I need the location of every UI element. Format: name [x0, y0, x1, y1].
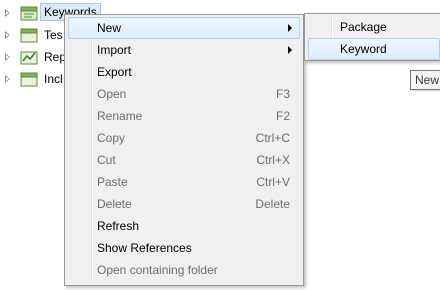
menu-item-cut[interactable]: Cut Ctrl+X: [68, 149, 300, 171]
menu-item-export[interactable]: Export: [68, 61, 300, 83]
menu-item-delete[interactable]: Delete Delete: [68, 193, 300, 215]
expand-arrow-icon[interactable]: [5, 31, 10, 39]
menu-item-label: Refresh: [97, 219, 140, 233]
menu-item-label: Export: [97, 65, 132, 79]
menu-item-label: Open: [97, 87, 127, 101]
menu-item-label: Rename: [97, 109, 143, 123]
expand-arrow-icon[interactable]: [5, 9, 10, 17]
menu-item-new[interactable]: New: [68, 17, 300, 39]
menu-item-paste[interactable]: Paste Ctrl+V: [68, 171, 300, 193]
tree-item-label: Tes: [44, 28, 63, 42]
tree-item-tests[interactable]: Tes: [0, 24, 64, 46]
context-menu: New Import Export Open F3 Rename F2 Copy…: [64, 14, 304, 286]
menu-item-shortcut: Ctrl+V: [256, 175, 290, 189]
menu-item-label: Open containing folder: [97, 263, 218, 277]
submenu-item-package[interactable]: Package: [308, 16, 440, 38]
menu-item-open-containing-folder[interactable]: Open containing folder: [68, 259, 300, 281]
menu-item-import[interactable]: Import: [68, 39, 300, 61]
submenu-item-label: Keyword: [340, 42, 387, 56]
expand-arrow-icon[interactable]: [5, 75, 10, 83]
tree-item-reports[interactable]: Rep: [0, 46, 67, 68]
menu-item-shortcut: Ctrl+C: [255, 131, 290, 145]
menu-item-shortcut: F3: [275, 87, 290, 101]
test-folder-icon: [20, 28, 38, 43]
menu-item-shortcut: F2: [275, 109, 290, 123]
tree-item-label: Rep: [44, 50, 67, 64]
menu-item-shortcut: Ctrl+X: [256, 153, 290, 167]
menu-item-label: Paste: [97, 175, 128, 189]
menu-item-refresh[interactable]: Refresh: [68, 215, 300, 237]
menu-item-open[interactable]: Open F3: [68, 83, 300, 105]
new-submenu: Package Keyword: [304, 13, 440, 61]
submenu-arrow-icon: [288, 46, 292, 54]
menu-item-rename[interactable]: Rename F2: [68, 105, 300, 127]
submenu-item-label: Package: [340, 20, 387, 34]
tree-item-includes[interactable]: Incl: [0, 68, 64, 90]
menu-item-label: New: [97, 21, 122, 35]
menu-item-shortcut: Delete: [255, 197, 290, 211]
tree-item-label: Incl: [44, 72, 63, 86]
menu-item-label: Copy: [97, 131, 126, 145]
menu-item-label: Import: [97, 43, 132, 57]
keyword-folder-icon: [20, 6, 38, 21]
menu-item-copy[interactable]: Copy Ctrl+C: [68, 127, 300, 149]
menu-item-label: Cut: [97, 153, 116, 167]
expand-arrow-icon[interactable]: [5, 53, 10, 61]
include-folder-icon: [20, 72, 38, 87]
menu-item-label: Delete: [97, 197, 132, 211]
report-folder-icon: [20, 51, 38, 65]
submenu-arrow-icon: [288, 24, 292, 32]
menu-item-show-references[interactable]: Show References: [68, 237, 300, 259]
tooltip: New: [410, 70, 440, 90]
submenu-item-keyword[interactable]: Keyword: [308, 38, 440, 60]
menu-item-label: Show References: [97, 241, 192, 255]
